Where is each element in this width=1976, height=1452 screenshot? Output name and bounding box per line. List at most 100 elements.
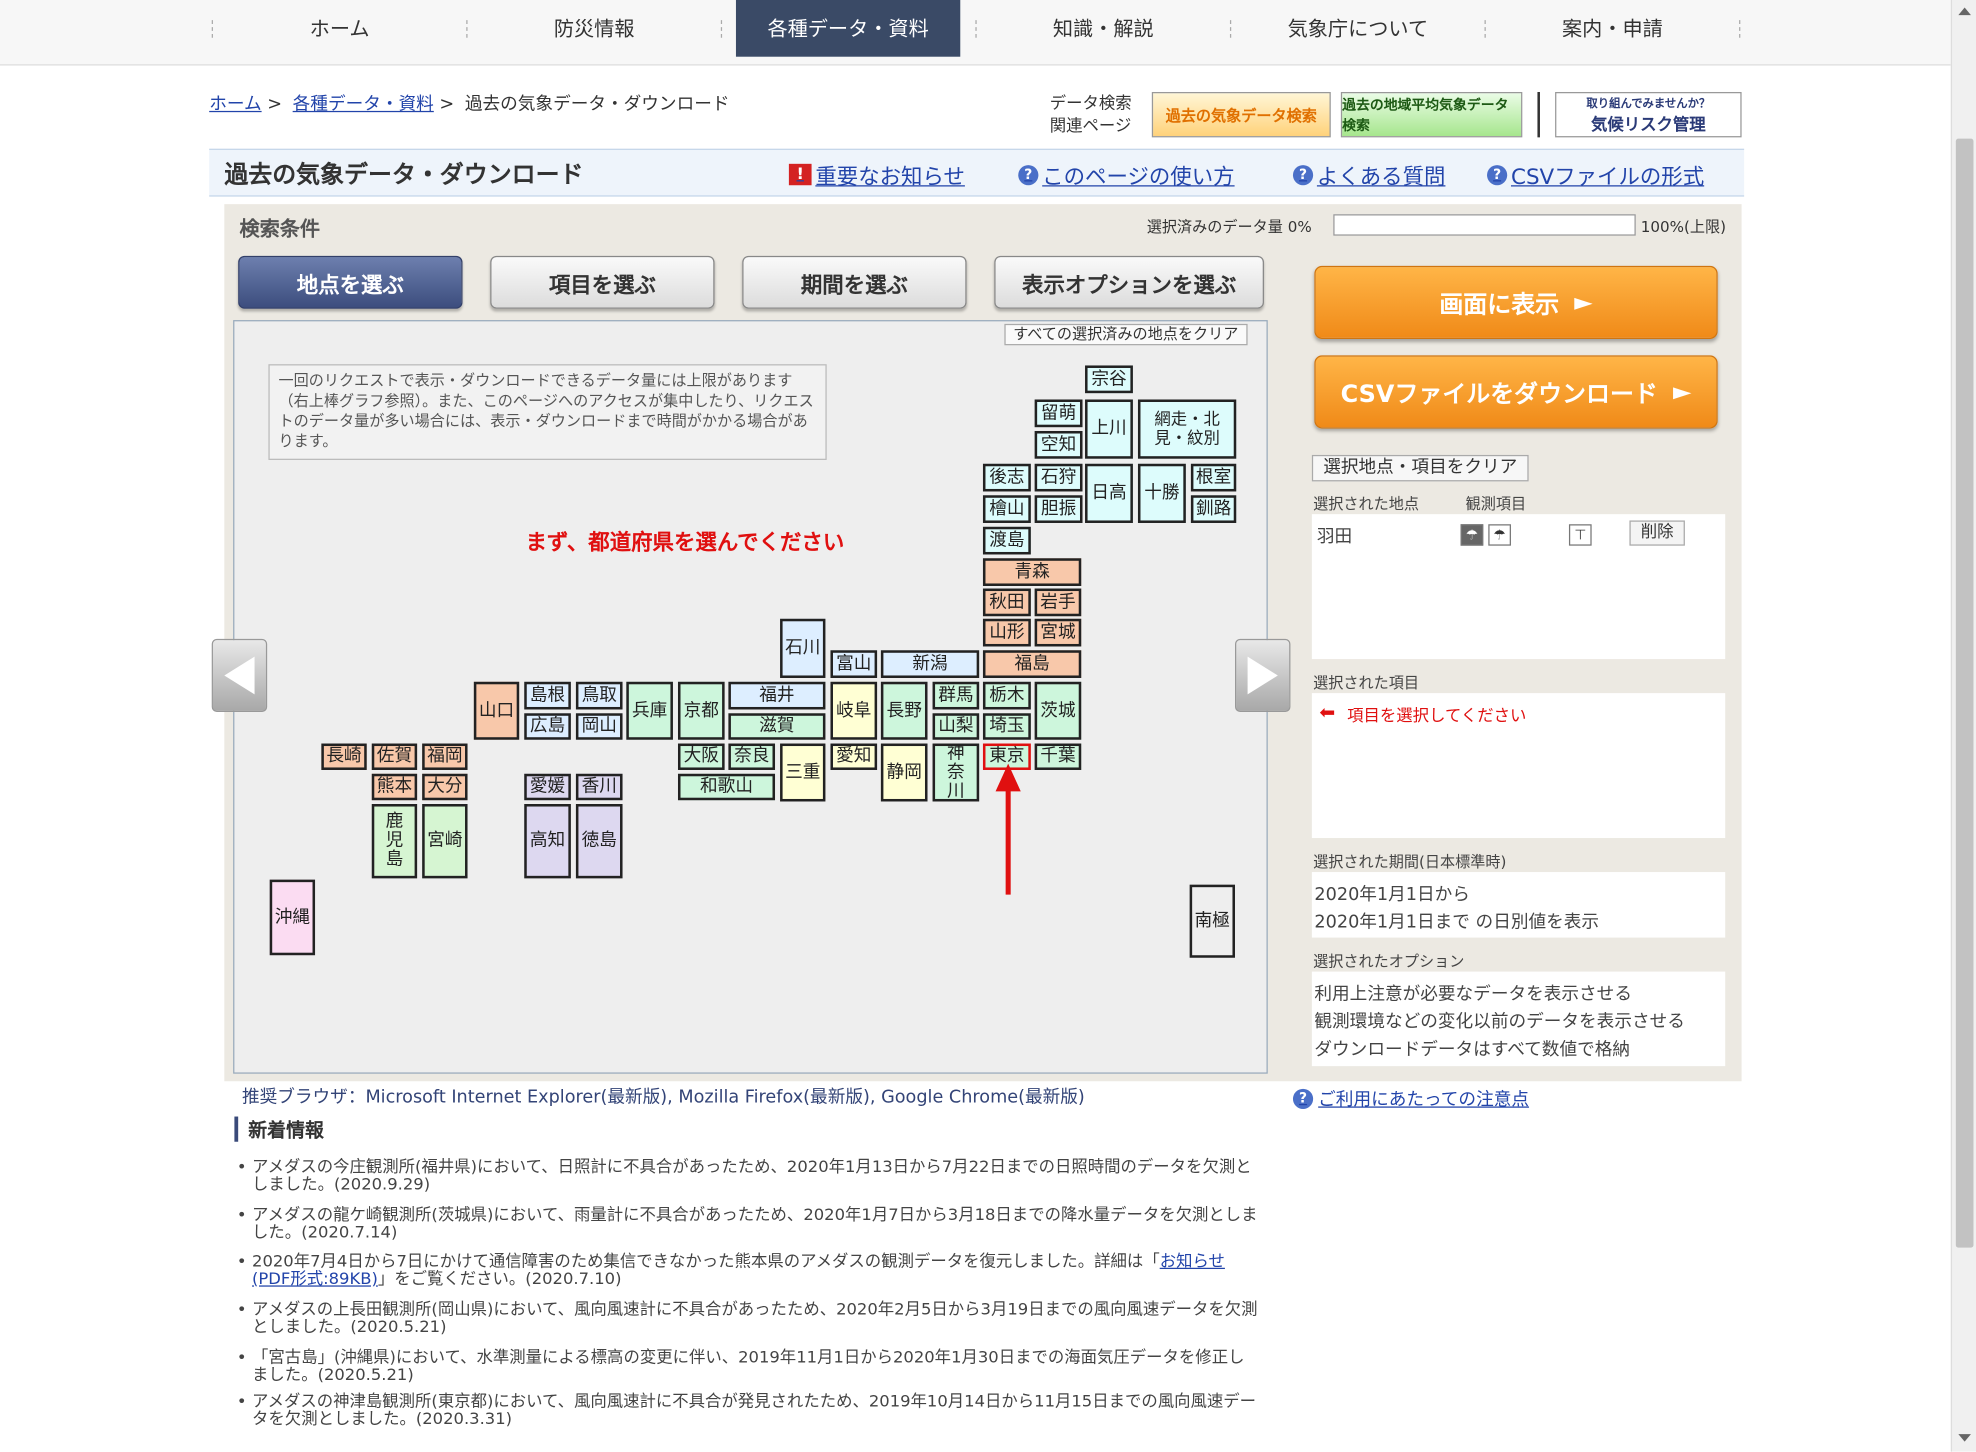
- prefecture-tile[interactable]: 香川: [575, 773, 623, 801]
- prefecture-tile[interactable]: 茨城: [1034, 681, 1082, 740]
- prefecture-tile[interactable]: 新潟: [880, 650, 980, 678]
- clear-all-stations-button[interactable]: すべての選択済みの地点をクリア: [1004, 323, 1248, 346]
- nav-data-materials[interactable]: 各種データ・資料: [735, 0, 961, 57]
- prefecture-tile[interactable]: 島根: [524, 681, 571, 710]
- area-average-search-banner[interactable]: 過去の地域平均気象データ検索: [1340, 91, 1523, 138]
- prefecture-tile[interactable]: 滋賀: [728, 713, 826, 740]
- nav-about[interactable]: 気象庁について: [1231, 0, 1484, 57]
- prefecture-tile[interactable]: 埼玉: [982, 713, 1031, 740]
- prefecture-tile[interactable]: 大分: [422, 773, 468, 801]
- prefecture-tile[interactable]: 愛媛: [524, 773, 571, 801]
- prefecture-tile[interactable]: 岩手: [1034, 588, 1082, 617]
- past-weather-search-banner[interactable]: 過去の気象データ検索: [1151, 91, 1331, 138]
- tab-select-item[interactable]: 項目を選ぶ: [490, 255, 715, 309]
- nav-disaster-info[interactable]: 防災情報: [468, 0, 721, 57]
- breadcrumb-home[interactable]: ホーム: [209, 95, 261, 115]
- banner-main-label: 気候リスク管理: [1590, 115, 1706, 135]
- delete-station-button[interactable]: 削除: [1629, 520, 1685, 546]
- prefecture-tile[interactable]: 鹿児島: [371, 804, 418, 879]
- vertical-scrollbar[interactable]: [1950, 0, 1976, 1452]
- prefecture-tile[interactable]: 渡島: [982, 526, 1031, 555]
- prefecture-tile[interactable]: 根室: [1190, 463, 1237, 492]
- prefecture-tile[interactable]: 福岡: [422, 743, 468, 770]
- csv-format-link[interactable]: ? CSVファイルの形式: [1487, 159, 1704, 190]
- prefecture-tile[interactable]: 山形: [982, 618, 1031, 647]
- prefecture-tile[interactable]: 後志: [982, 463, 1031, 492]
- prefecture-tile[interactable]: 愛知: [830, 743, 878, 770]
- prefecture-tile[interactable]: 上川: [1085, 399, 1133, 459]
- prefecture-tile[interactable]: 檜山: [982, 495, 1031, 523]
- how-to-use-link[interactable]: ? このページの使い方: [1018, 159, 1235, 190]
- prefecture-tile[interactable]: 長野: [880, 681, 928, 740]
- prefecture-tile[interactable]: 高知: [524, 804, 571, 879]
- prefecture-tile[interactable]: 宮城: [1034, 618, 1082, 647]
- prefecture-tile[interactable]: 岡山: [575, 713, 623, 740]
- banner-label: 過去の地域平均気象データ検索: [1342, 97, 1509, 134]
- prefecture-tile[interactable]: 和歌山: [677, 773, 776, 801]
- related-label-line1: データ検索: [1049, 94, 1132, 114]
- news-item: • 「宮古島」(沖縄県)において、水準測量による標高の変更に伴い、2019年11月…: [237, 1349, 1258, 1385]
- prefecture-tile[interactable]: 空知: [1034, 430, 1083, 459]
- map-next-button[interactable]: [1234, 638, 1291, 713]
- page: ホーム 防災情報 各種データ・資料 知識・解説 気象庁について 案内・申請 ホー…: [0, 0, 1976, 1452]
- display-on-screen-button[interactable]: 画面に表示 ►: [1314, 265, 1718, 339]
- prefecture-tile[interactable]: 栃木: [982, 681, 1031, 710]
- breadcrumb-data[interactable]: 各種データ・資料: [293, 95, 434, 115]
- prefecture-tile[interactable]: 宮崎: [422, 804, 468, 879]
- prefecture-tile[interactable]: 秋田: [982, 588, 1031, 617]
- prefecture-tile[interactable]: 山口: [473, 681, 520, 740]
- scroll-thumb[interactable]: [1955, 138, 1974, 1248]
- prefecture-tile[interactable]: 網走・北見・紋別: [1137, 399, 1237, 459]
- scroll-up-icon[interactable]: [1958, 7, 1971, 16]
- prefecture-tile[interactable]: 鳥取: [575, 681, 623, 710]
- prefecture-tile[interactable]: 日高: [1085, 463, 1133, 523]
- climate-risk-banner[interactable]: 取り組んでみませんか？ 気候リスク管理: [1555, 91, 1742, 138]
- nav-guide[interactable]: 案内・申請: [1486, 0, 1739, 57]
- prefecture-tile[interactable]: 十勝: [1137, 463, 1186, 523]
- nav-home[interactable]: ホーム: [213, 0, 466, 57]
- tab-select-period[interactable]: 期間を選ぶ: [742, 255, 967, 309]
- prefecture-tile[interactable]: 大阪: [677, 743, 725, 770]
- prefecture-tile[interactable]: 静岡: [880, 743, 928, 802]
- prefecture-tile[interactable]: 石狩: [1034, 463, 1083, 492]
- nav-knowledge[interactable]: 知識・解説: [977, 0, 1230, 57]
- prefecture-tile[interactable]: 熊本: [371, 773, 418, 801]
- prefecture-tile[interactable]: 山梨: [932, 713, 980, 740]
- prefecture-tile[interactable]: 兵庫: [626, 681, 673, 740]
- map-prev-button[interactable]: [211, 638, 268, 713]
- prefecture-tile[interactable]: 徳島: [575, 804, 623, 879]
- tab-select-options[interactable]: 表示オプションを選ぶ: [994, 255, 1264, 309]
- period-from: 2020年1月1日から: [1314, 884, 1470, 905]
- prefecture-tile[interactable]: 留萌: [1034, 399, 1083, 428]
- usage-notes-link[interactable]: ? ご利用にあたっての注意点: [1292, 1086, 1529, 1111]
- faq-link[interactable]: ? よくある質問: [1292, 159, 1445, 190]
- prefecture-tile[interactable]: 広島: [524, 713, 571, 740]
- prefecture-tile[interactable]: 胆振: [1034, 495, 1083, 523]
- prefecture-tile[interactable]: 神奈川: [932, 743, 980, 802]
- prefecture-tile[interactable]: 佐賀: [371, 743, 418, 770]
- prefecture-tile[interactable]: 富山: [830, 650, 878, 678]
- prefecture-tile[interactable]: 京都: [677, 681, 725, 740]
- prefecture-tile[interactable]: 長崎: [321, 743, 367, 770]
- prefecture-tile[interactable]: 宗谷: [1085, 365, 1133, 394]
- prefecture-tile[interactable]: 石川: [780, 618, 826, 678]
- important-notice-link[interactable]: ! 重要なお知らせ: [788, 159, 965, 190]
- prefecture-tile[interactable]: 三重: [780, 743, 826, 802]
- prefecture-tile[interactable]: 南極: [1189, 884, 1235, 958]
- tab-select-station[interactable]: 地点を選ぶ: [238, 255, 463, 309]
- prefecture-tile[interactable]: 千葉: [1034, 743, 1082, 770]
- prefecture-tile[interactable]: 奈良: [728, 743, 776, 770]
- prefecture-tile[interactable]: 青森: [982, 558, 1082, 586]
- prefecture-tile[interactable]: 岐阜: [830, 681, 878, 740]
- prefecture-tile[interactable]: 沖縄: [269, 879, 316, 956]
- display-label: 画面に表示: [1439, 290, 1560, 319]
- prefecture-tile[interactable]: 釧路: [1190, 495, 1237, 523]
- option-item: 利用上注意が必要なデータを表示させる: [1314, 984, 1632, 1005]
- prefecture-tile[interactable]: 群馬: [932, 681, 980, 710]
- prefecture-tile[interactable]: 福島: [982, 650, 1082, 678]
- scroll-down-icon[interactable]: [1958, 1434, 1971, 1442]
- clear-selection-button[interactable]: 選択地点・項目をクリア: [1311, 454, 1529, 482]
- prefecture-tile[interactable]: 福井: [728, 681, 826, 710]
- download-csv-button[interactable]: CSVファイルをダウンロード ►: [1314, 355, 1718, 429]
- selected-station-name: 羽田: [1316, 526, 1353, 547]
